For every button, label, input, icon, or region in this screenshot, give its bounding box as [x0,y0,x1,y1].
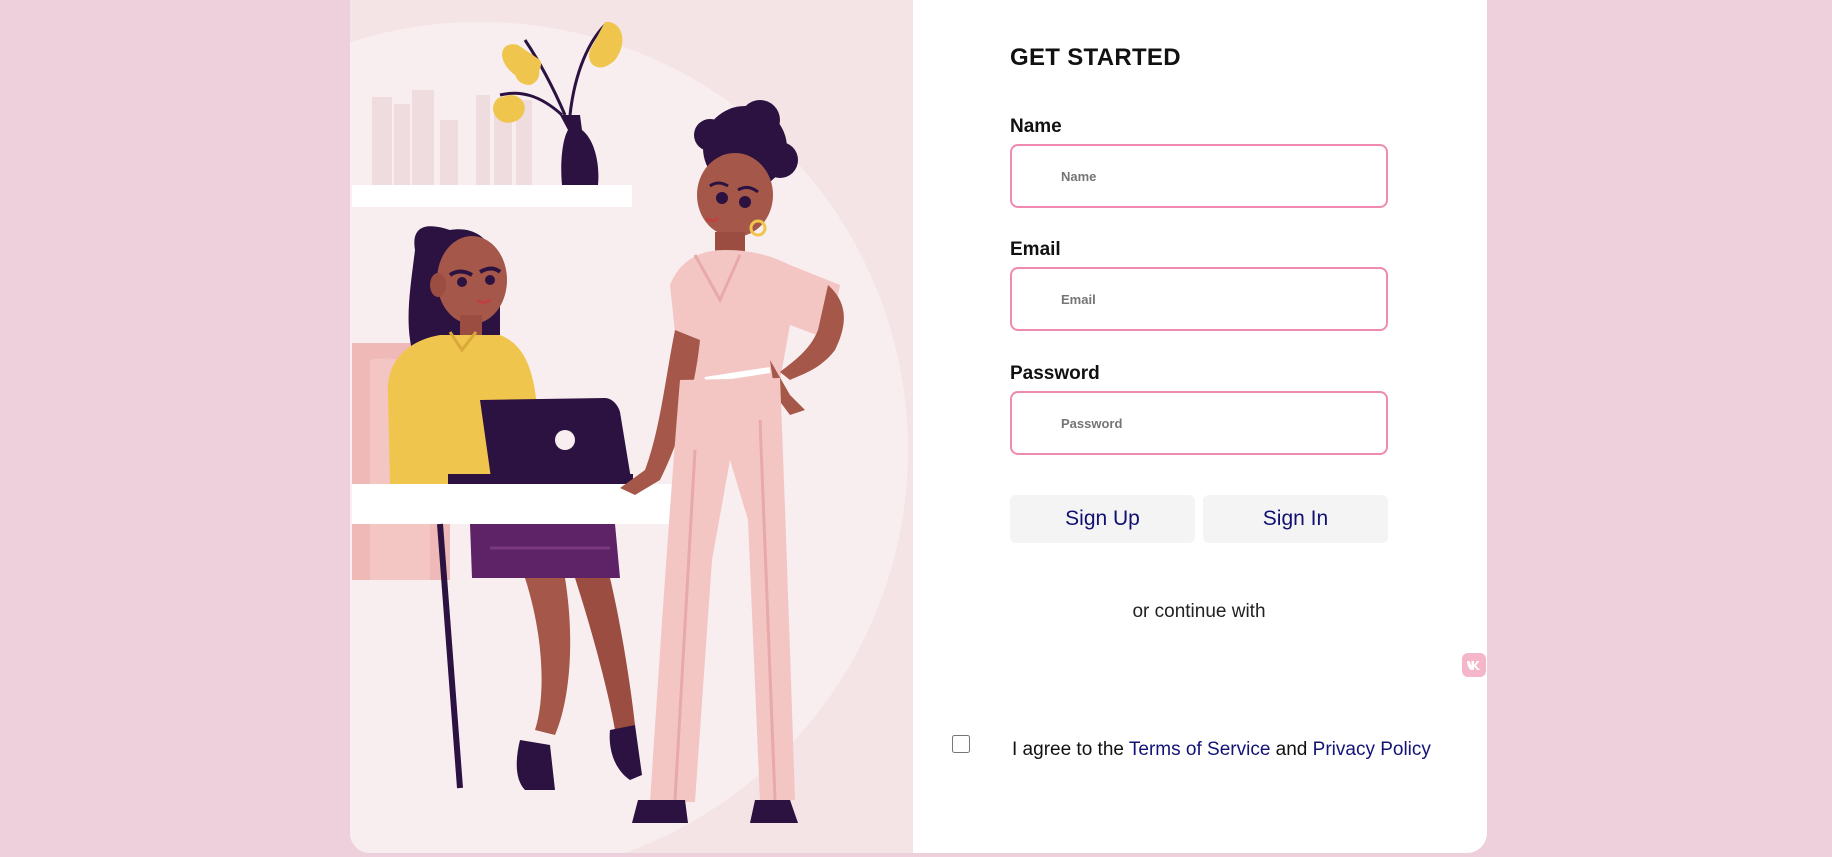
terms-of-service-link[interactable]: Terms of Service [1129,739,1270,760]
agree-text: I agree to the Terms of Service and Priv… [1012,739,1431,761]
email-input[interactable] [1010,267,1388,331]
password-input[interactable] [1010,391,1388,455]
email-label: Email [1010,239,1061,260]
continue-with-text: or continue with [1132,601,1266,622]
name-input[interactable] [1010,144,1388,208]
women-at-desk-illustration [350,21,908,853]
sign-up-button[interactable]: Sign Up [1010,495,1195,543]
sign-in-button[interactable]: Sign In [1203,495,1388,543]
agree-prefix: I agree to the [1012,739,1129,760]
form-title: GET STARTED [1010,44,1181,71]
password-label: Password [1010,363,1100,384]
illustration-panel [350,0,913,853]
signup-card: GET STARTED Name Email Password Sign Up … [350,0,1487,853]
agree-checkbox[interactable] [952,735,970,753]
signup-form: GET STARTED Name Email Password Sign Up … [913,0,1487,853]
agree-middle: and [1270,739,1313,760]
vk-icon[interactable] [1461,652,1487,678]
privacy-policy-link[interactable]: Privacy Policy [1313,739,1431,760]
name-label: Name [1010,116,1062,137]
